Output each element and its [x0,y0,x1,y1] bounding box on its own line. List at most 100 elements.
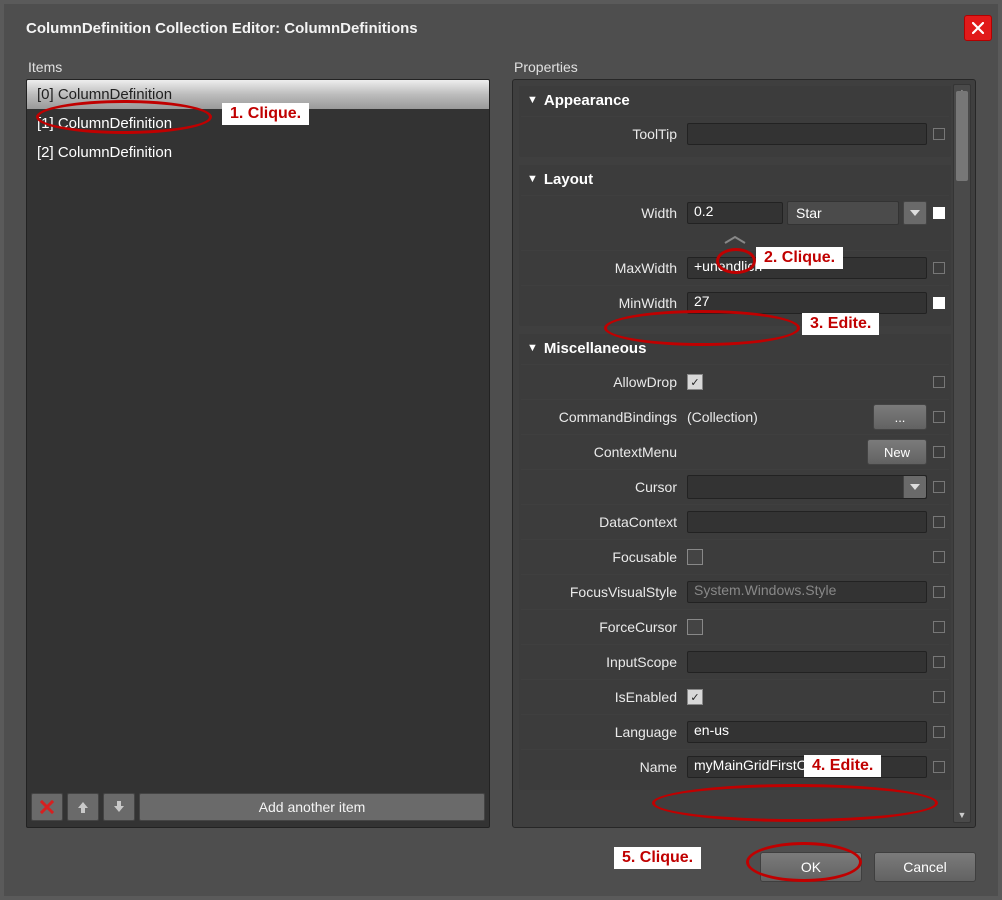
editor-window: ColumnDefinition Collection Editor: Colu… [0,0,1002,900]
property-marker[interactable] [933,481,945,493]
prop-label-allowdrop: AllowDrop [521,374,687,390]
prop-width: Width 0.2 Star [521,195,949,230]
cancel-button[interactable]: Cancel [874,852,976,882]
language-input[interactable]: en-us [687,721,927,743]
property-marker[interactable] [933,621,945,633]
category-title: Layout [544,171,593,188]
properties-scrollarea: ▼ Appearance ToolTip [519,86,951,821]
delete-icon [40,800,54,814]
property-marker[interactable] [933,446,945,458]
property-marker[interactable] [933,262,945,274]
property-marker[interactable] [933,761,945,773]
properties-label: Properties [514,59,976,75]
prop-label-focusable: Focusable [521,549,687,565]
contextmenu-new-button[interactable]: New [867,439,927,465]
minwidth-input[interactable]: 27 [687,292,927,314]
width-unit-text: Star [796,205,822,221]
prop-cursor: Cursor [521,469,949,504]
chevron-down-icon [910,210,920,216]
prop-contextmenu: ContextMenu New [521,434,949,469]
cursor-combo[interactable] [687,475,927,499]
add-item-button[interactable]: Add another item [139,793,485,821]
prop-label-focusvisualstyle: FocusVisualStyle [521,584,687,600]
properties-scrollbar[interactable]: ▲ ▼ [953,84,971,823]
move-down-button[interactable] [103,793,135,821]
property-marker[interactable] [933,207,945,219]
category-header-misc[interactable]: ▼ Miscellaneous [519,334,951,362]
prop-minwidth: MinWidth 27 [521,285,949,320]
delete-item-button[interactable] [31,793,63,821]
prop-tooltip: ToolTip [521,116,949,151]
inputscope-input[interactable] [687,651,927,673]
prop-label-cursor: Cursor [521,479,687,495]
isenabled-checkbox[interactable]: ✓ [687,689,703,705]
expand-icon: ▼ [527,342,538,354]
prop-forcecursor: ForceCursor [521,609,949,644]
property-marker[interactable] [933,551,945,563]
prop-label-isenabled: IsEnabled [521,689,687,705]
prop-datacontext: DataContext [521,504,949,539]
items-label: Items [28,59,490,75]
width-unit-dropdown[interactable] [903,201,927,225]
property-marker[interactable] [933,726,945,738]
property-marker[interactable] [933,297,945,309]
annotation-5: 5. Clique. [614,847,701,869]
allowdrop-checkbox[interactable]: ✓ [687,374,703,390]
scrollbar-thumb[interactable] [956,91,968,181]
category-header-layout[interactable]: ▼ Layout [519,165,951,193]
dialog-footer: OK Cancel [4,852,998,882]
annotation-1: 1. Clique. [222,103,309,125]
prop-inputscope: InputScope [521,644,949,679]
prop-label-maxwidth: MaxWidth [521,260,687,276]
move-up-button[interactable] [67,793,99,821]
commandbindings-edit-button[interactable]: ... [873,404,927,430]
prop-label-tooltip: ToolTip [521,126,687,142]
prop-label-language: Language [521,724,687,740]
items-panel: [0] ColumnDefinition [1] ColumnDefinitio… [26,79,490,828]
forcecursor-checkbox[interactable] [687,619,703,635]
expand-icon: ▼ [527,94,538,106]
annotation-4: 4. Edite. [804,755,881,777]
arrow-up-icon [76,800,90,814]
list-toolbar: Add another item [27,789,489,827]
prop-label-name: Name [521,759,687,775]
datacontext-input[interactable] [687,511,927,533]
prop-commandbindings: CommandBindings (Collection) ... [521,399,949,434]
titlebar: ColumnDefinition Collection Editor: Colu… [4,4,998,52]
prop-label-contextmenu: ContextMenu [521,444,687,460]
category-layout: ▼ Layout Width 0.2 Star [519,165,951,326]
window-title: ColumnDefinition Collection Editor: Colu… [26,20,418,37]
prop-label-minwidth: MinWidth [521,295,687,311]
annotation-3: 3. Edite. [802,313,879,335]
ok-button[interactable]: OK [760,852,862,882]
prop-allowdrop: AllowDrop ✓ [521,364,949,399]
property-marker[interactable] [933,411,945,423]
close-button[interactable] [964,15,992,41]
commandbindings-value: (Collection) [687,409,869,425]
prop-label-forcecursor: ForceCursor [521,619,687,635]
tooltip-input[interactable] [687,123,927,145]
property-marker[interactable] [933,376,945,388]
property-marker[interactable] [933,656,945,668]
property-marker[interactable] [933,691,945,703]
prop-isenabled: IsEnabled ✓ [521,679,949,714]
property-marker[interactable] [933,128,945,140]
category-title: Miscellaneous [544,340,647,357]
property-marker[interactable] [933,516,945,528]
width-unit-combo[interactable]: Star [787,201,899,225]
focusvisualstyle-input[interactable]: System.Windows.Style [687,581,927,603]
category-header-appearance[interactable]: ▼ Appearance [519,86,951,114]
width-input[interactable]: 0.2 [687,202,783,224]
property-marker[interactable] [933,586,945,598]
expand-advanced-toggle[interactable] [521,230,949,250]
annotation-2: 2. Clique. [756,247,843,269]
category-title: Appearance [544,92,630,109]
focusable-checkbox[interactable] [687,549,703,565]
prop-focusable: Focusable [521,539,949,574]
arrow-down-icon [112,800,126,814]
cursor-dropdown[interactable] [903,476,926,498]
prop-focusvisualstyle: FocusVisualStyle System.Windows.Style [521,574,949,609]
items-column: Items [0] ColumnDefinition [1] ColumnDef… [26,59,490,828]
list-item[interactable]: [2] ColumnDefinition [27,138,489,167]
properties-panel: ▼ Appearance ToolTip [512,79,976,828]
